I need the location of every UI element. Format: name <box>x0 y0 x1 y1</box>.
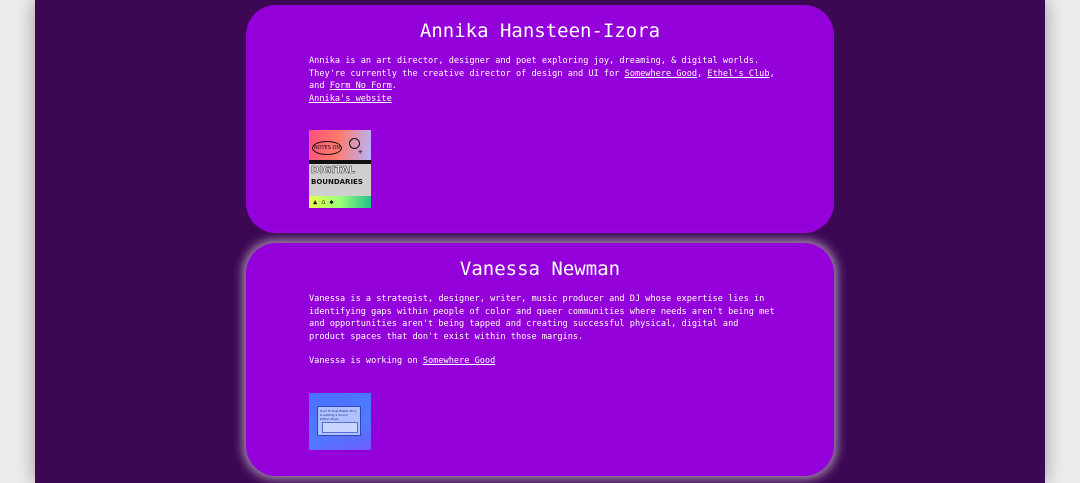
working-on-text: Vanessa is working on <box>309 356 423 366</box>
link-form-no-form[interactable]: Form No Form <box>330 81 392 91</box>
profile-card-vanessa: Vanessa Newman Vanessa is a strategist, … <box>246 243 834 476</box>
profile-card-annika: Annika Hansteen-Izora Annika is an art d… <box>246 5 834 233</box>
working-on-line: Vanessa is working on Somewhere Good <box>309 355 495 368</box>
page-container: Annika Hansteen-Izora Annika is an art d… <box>35 0 1045 483</box>
profile-name: Vanessa Newman <box>459 258 621 280</box>
link-somewhere-good[interactable]: Somewhere Good <box>423 356 495 366</box>
oval-label: NOTES ON <box>312 141 342 155</box>
thumbnail-document: How To Host Better Mics & Getting a Soun… <box>317 406 361 436</box>
website-line: Annika's website <box>309 93 392 106</box>
thumbnail-subtitle: BOUNDARIES <box>311 178 363 186</box>
profile-bio: Vanessa is a strategist, designer, write… <box>309 294 775 342</box>
shapes-icon: ▲⌂◆ <box>313 198 338 206</box>
bio-end: . <box>391 81 397 92</box>
thumbnail-inner-box <box>322 422 358 433</box>
profile-name: Annika Hansteen-Izora <box>419 20 661 42</box>
thumbnail-somewhere-good[interactable]: How To Host Better Mics & Getting a Soun… <box>309 393 371 450</box>
asterisk-icon: ✳ <box>358 147 363 156</box>
thumbnail-caption: How To Host Better Mics & Getting a Soun… <box>320 409 357 421</box>
thumbnail-title: DIGITAL <box>311 165 356 177</box>
link-somewhere-good[interactable]: Somewhere Good <box>625 69 697 79</box>
link-ethels-club[interactable]: Ethel's Club <box>707 69 769 79</box>
link-annika-website[interactable]: Annika's website <box>309 94 392 104</box>
profile-bio: Annika is an art director, designer and … <box>309 55 777 93</box>
bio-separator: , <box>697 68 708 79</box>
thumbnail-digital-boundaries[interactable]: NOTES ON ✳ DIGITAL BOUNDARIES ▲⌂◆ <box>309 130 371 208</box>
